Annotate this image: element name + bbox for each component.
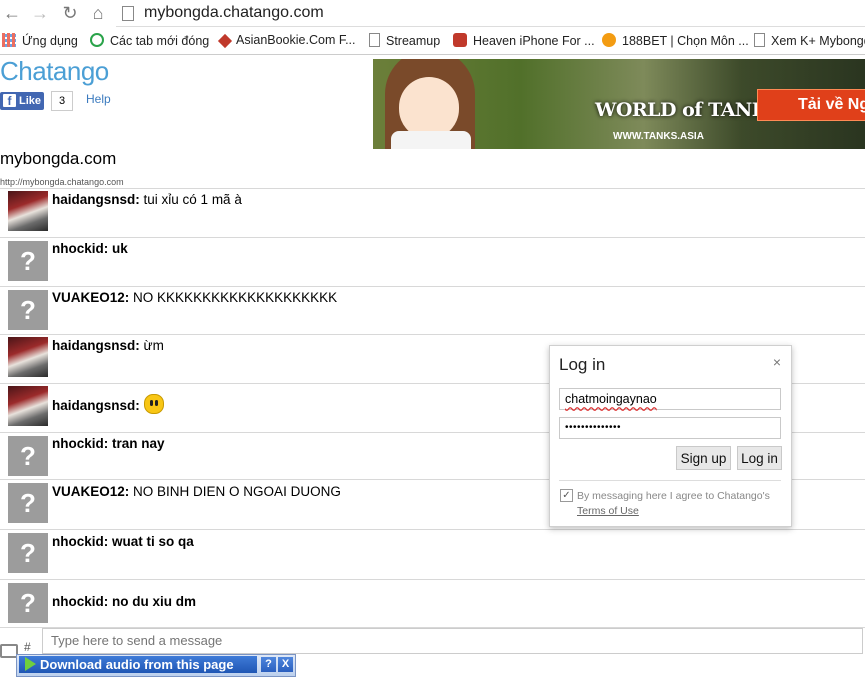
download-audio-button[interactable]: Download audio from this page [19,656,257,673]
message-text: nhockid: tran nay [52,436,165,451]
message-row: haidangsnsd: tui xỉu có 1 mã à [0,189,865,238]
message-body: tui xỉu có 1 mã à [143,192,242,207]
ad-banner[interactable]: WORLD of TANKS WWW.TANKS.ASIA Tải về Ng [373,59,865,149]
login-dialog: Log in × chatmoingaynao •••••••••••••• S… [549,345,792,527]
download-audio-bar: Download audio from this page ? X [16,654,296,677]
avatar[interactable] [8,337,48,377]
chatango-logo[interactable]: Chatango [0,56,109,87]
message-username[interactable]: VUAKEO12: [52,290,129,305]
message-username[interactable]: nhockid: [52,594,108,609]
ad-download-button[interactable]: Tải về Ng [757,89,865,121]
ad-brand: WORLD of TANKS [595,99,782,121]
divider [559,480,781,481]
username-field[interactable]: chatmoingaynao [559,388,781,410]
message-row: ? nhockid: uk [0,237,865,287]
message-row: ? nhockid: no du xiu dm [0,579,865,628]
forward-icon[interactable]: → [30,3,50,23]
message-body: tran nay [112,436,165,451]
room-title: mybongda.com [0,149,117,168]
bookmark-streamup[interactable]: Streamup [369,33,440,48]
log-in-button[interactable]: Log in [737,446,782,470]
facebook-icon: f [3,94,16,108]
message-row: ? nhockid: wuat ti so qa [0,529,865,580]
message-text: haidangsnsd: tui xỉu có 1 mã à [52,192,242,207]
message-username[interactable]: nhockid: [52,534,108,549]
password-field[interactable]: •••••••••••••• [559,417,781,439]
hashtag-button[interactable]: # [24,640,31,654]
avatar[interactable]: ? [8,483,48,523]
avatar[interactable]: ? [8,241,48,281]
message-text: VUAKEO12: NO KKKKKKKKKKKKKKKKKKKK [52,290,337,305]
address-bar[interactable]: mybongda.chatango.com [116,2,865,27]
close-icon[interactable]: X [278,657,293,672]
bookmark-188bet[interactable]: 188BET | Chọn Môn ... [602,33,749,48]
message-body: uk [112,241,128,256]
message-row: ? VUAKEO12: NO KKKKKKKKKKKKKKKKKKKK [0,286,865,335]
play-icon [25,657,36,671]
login-title: Log in [559,355,606,374]
message-username[interactable]: haidangsnsd: [52,192,140,207]
apps-grid-icon [2,33,16,47]
message-text: nhockid: no du xiu dm [52,594,196,609]
avatar[interactable]: ? [8,583,48,623]
room-url[interactable]: http://mybongda.chatango.com [0,177,124,187]
page-icon [122,6,134,21]
message-body: no du xiu dm [112,594,197,609]
help-link[interactable]: Help [86,92,111,106]
like-count: 3 [51,91,73,111]
heaven-icon [453,33,467,47]
avatar[interactable] [8,191,48,231]
facebook-like-button[interactable]: f Like [0,92,44,110]
avatar[interactable]: ? [8,290,48,330]
smiley-icon [143,394,164,414]
message-username[interactable]: nhockid: [52,436,108,451]
message-username[interactable]: VUAKEO12: [52,484,129,499]
agree-checkbox[interactable]: ✓ [560,489,573,502]
message-body: NO BINH DIEN O NGOAI DUONG [133,484,341,499]
message-username[interactable]: nhockid: [52,241,108,256]
message-body: NO KKKKKKKKKKKKKKKKKKKK [133,290,338,305]
message-text: nhockid: wuat ti so qa [52,534,194,549]
188bet-icon [602,33,616,47]
asianbookie-icon [217,33,233,49]
bookmark-recent-tabs[interactable]: Các tab mới đóng [90,33,209,48]
ad-site: WWW.TANKS.ASIA [613,131,704,142]
terms-of-use-link[interactable]: Terms of Use [577,505,639,517]
message-text: nhockid: uk [52,241,128,256]
reload-icon[interactable]: ↻ [60,3,80,23]
avatar[interactable]: ? [8,533,48,573]
message-body: wuat ti so qa [112,534,194,549]
bookmark-asianbookie[interactable]: AsianBookie.Com F... [217,33,356,49]
message-body: ừm [143,338,164,353]
close-icon[interactable]: × [773,354,781,370]
bookmarks-bar: Ứng dụng Các tab mới đóng AsianBookie.Co… [0,28,865,55]
message-text: haidangsnsd: [52,394,164,414]
avatar[interactable]: ? [8,436,48,476]
message-text: haidangsnsd: ừm [52,338,164,353]
back-icon[interactable]: ← [2,3,22,23]
address-url[interactable]: mybongda.chatango.com [144,4,324,22]
sign-up-button[interactable]: Sign up [676,446,731,470]
home-icon[interactable]: ⌂ [88,3,108,23]
avatar[interactable] [8,386,48,426]
agree-text: By messaging here I agree to Chatango's T… [577,490,770,517]
help-icon[interactable]: ? [261,657,276,672]
browser-toolbar: ← → ↻ ⌂ mybongda.chatango.com [0,0,865,28]
page-icon [369,33,380,47]
page-icon [754,33,765,47]
message-text: VUAKEO12: NO BINH DIEN O NGOAI DUONG [52,484,341,499]
message-username[interactable]: haidangsnsd: [52,338,140,353]
bookmark-heaven-iphone[interactable]: Heaven iPhone For ... [453,33,595,48]
bookmark-xem-kplus[interactable]: Xem K+ Mybongd [754,33,865,48]
history-icon [90,33,104,47]
message-username[interactable]: haidangsnsd: [52,398,140,413]
message-input[interactable] [42,628,863,654]
bookmark-apps[interactable]: Ứng dụng [2,33,78,48]
